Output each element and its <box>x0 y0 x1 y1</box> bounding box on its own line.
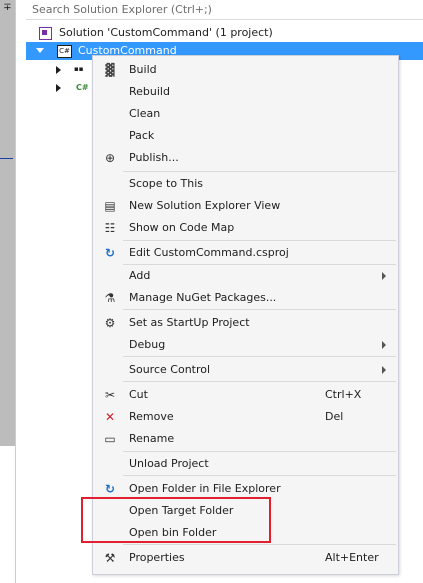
menu-item-remove[interactable]: ✕ Remove Del <box>93 406 398 428</box>
menu-item-source-control[interactable]: Source Control <box>93 359 398 381</box>
menu-separator <box>123 356 396 357</box>
menu-separator <box>123 171 396 172</box>
scissors-icon: ✂ <box>104 388 116 402</box>
menu-item-rename[interactable]: ▭ Rename <box>93 428 398 450</box>
highlight-annotation-box <box>81 497 271 543</box>
build-icon: ▓ <box>105 63 115 77</box>
pin-icon[interactable]: ∓ <box>2 2 13 13</box>
menu-separator <box>123 451 396 452</box>
dependencies-icon: ▪▪ <box>74 65 84 73</box>
gear-icon: ⚙ <box>104 316 116 330</box>
remove-icon: ✕ <box>104 410 116 424</box>
menu-item-add[interactable]: Add <box>93 265 398 287</box>
menu-item-pack[interactable]: Pack <box>93 125 398 147</box>
rename-icon: ▭ <box>104 432 116 446</box>
menu-separator <box>123 544 396 545</box>
csharp-project-icon: C# <box>57 45 72 58</box>
refresh-icon: ↻ <box>104 246 116 260</box>
menu-item-rebuild[interactable]: Rebuild <box>93 81 398 103</box>
wrench-icon: ⚒ <box>104 551 116 565</box>
shortcut-text: Alt+Enter <box>325 551 379 564</box>
menu-item-show-on-code-map[interactable]: ☷ Show on Code Map <box>93 217 398 239</box>
globe-icon: ⊕ <box>104 151 116 165</box>
menu-item-unload-project[interactable]: Unload Project <box>93 453 398 475</box>
menu-item-debug[interactable]: Debug <box>93 334 398 356</box>
left-strip-marker <box>0 158 13 159</box>
menu-item-publish[interactable]: ⊕ Publish... <box>93 147 398 169</box>
menu-separator <box>123 475 396 476</box>
search-input[interactable]: Search Solution Explorer (Ctrl+;) <box>26 0 423 20</box>
csharp-file-icon: C# <box>76 83 89 92</box>
submenu-arrow-icon <box>382 272 386 280</box>
left-tool-strip: ∓ <box>0 0 15 446</box>
solution-label: Solution 'CustomCommand' (1 project) <box>59 26 273 39</box>
shortcut-text: Del <box>325 410 344 423</box>
submenu-arrow-icon <box>382 341 386 349</box>
solution-icon <box>39 27 52 40</box>
menu-item-cut[interactable]: ✂ Cut Ctrl+X <box>93 384 398 406</box>
search-placeholder: Search Solution Explorer (Ctrl+;) <box>32 3 212 16</box>
shortcut-text: Ctrl+X <box>325 388 362 401</box>
menu-item-build[interactable]: ▓ Build <box>93 59 398 81</box>
tree-item-solution[interactable]: Solution 'CustomCommand' (1 project) <box>20 24 420 42</box>
expand-arrow-icon[interactable] <box>56 84 61 92</box>
expand-arrow-icon[interactable] <box>56 66 61 74</box>
menu-separator <box>123 240 396 241</box>
menu-item-scope-to-this[interactable]: Scope to This <box>93 173 398 195</box>
submenu-arrow-icon <box>382 366 386 374</box>
code-map-icon: ☷ <box>104 221 116 235</box>
menu-item-new-solution-explorer-view[interactable]: ▤ New Solution Explorer View <box>93 195 398 217</box>
menu-separator <box>123 381 396 382</box>
menu-item-clean[interactable]: Clean <box>93 103 398 125</box>
menu-item-manage-nuget[interactable]: ⚗ Manage NuGet Packages... <box>93 287 398 309</box>
menu-item-properties[interactable]: ⚒ Properties Alt+Enter <box>93 547 398 569</box>
new-view-icon: ▤ <box>104 199 116 213</box>
panel-divider <box>15 0 16 583</box>
nuget-icon: ⚗ <box>104 291 116 305</box>
menu-item-edit-csproj[interactable]: ↻ Edit CustomCommand.csproj <box>93 242 398 264</box>
menu-separator <box>123 309 396 310</box>
refresh-icon: ↻ <box>104 482 116 496</box>
collapse-arrow-icon[interactable] <box>36 48 44 53</box>
menu-item-set-startup-project[interactable]: ⚙ Set as StartUp Project <box>93 312 398 334</box>
